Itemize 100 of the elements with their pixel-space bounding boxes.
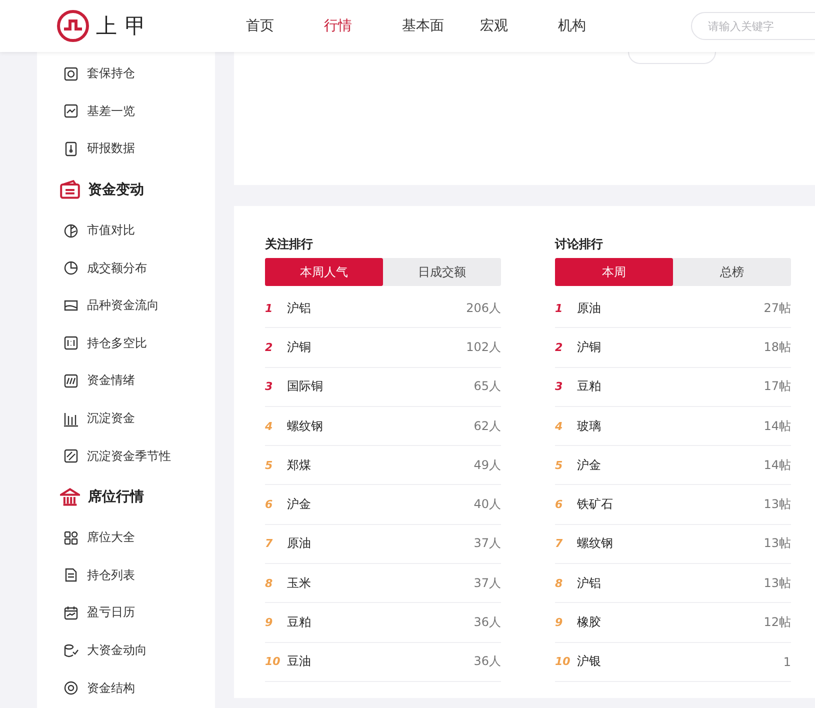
count-text: 12帖	[764, 614, 791, 632]
search-field[interactable]: 请输入关键字	[691, 12, 815, 40]
count-text: 18帖	[764, 338, 791, 356]
menu-item-icon	[63, 335, 79, 352]
item-name[interactable]: 国际铜	[287, 378, 323, 396]
item-name[interactable]: 橡胶	[577, 614, 601, 632]
sidebar-item[interactable]: 席位大全	[87, 529, 135, 546]
count-text: 37人	[474, 535, 501, 552]
rank-number: 6	[265, 498, 274, 512]
sidebar-item[interactable]: 研报数据	[87, 140, 135, 158]
sidebar-item[interactable]: 资金情绪	[87, 372, 135, 390]
tab[interactable]: 日成交额	[383, 258, 501, 286]
item-name[interactable]: 豆粕	[287, 614, 311, 632]
rank-number: 7	[555, 537, 564, 550]
menu-item-icon	[63, 372, 79, 389]
count-text: 37人	[474, 574, 501, 592]
rank-number: 10	[265, 655, 282, 668]
rank-number: 3	[555, 380, 564, 394]
sidebar-item[interactable]: 持仓多空比	[87, 334, 147, 352]
section-heading: 资金变动	[88, 180, 144, 199]
count-text: 62人	[474, 418, 501, 435]
menu-item-icon	[63, 260, 79, 276]
count-text: 13帖	[764, 535, 791, 552]
sidebar-item[interactable]: 套保持仓	[87, 65, 135, 82]
tab[interactable]: 本周人气	[265, 258, 383, 286]
nav-link[interactable]: 行情	[324, 17, 402, 35]
sidebar-item[interactable]: 持仓列表	[87, 566, 135, 584]
menu-item-icon	[63, 530, 79, 546]
sidebar-item[interactable]: 成交额分布	[87, 260, 147, 277]
menu-item-icon	[63, 410, 79, 427]
sidebar-item[interactable]: 盈亏日历	[87, 604, 135, 622]
rank-number: 1	[265, 302, 274, 315]
sidebar-item[interactable]: 基差一览	[87, 102, 135, 120]
rank-number: 9	[555, 616, 564, 630]
count-text: 102人	[466, 338, 501, 356]
section-heading: 席位行情	[88, 488, 144, 506]
bank-icon	[60, 486, 80, 507]
nav-link[interactable]: 基本面	[402, 17, 480, 35]
item-name[interactable]: 豆粕	[577, 378, 601, 396]
nav-link[interactable]: 宏观	[480, 17, 558, 35]
count-text: 13帖	[764, 496, 791, 514]
item-name[interactable]: 沪金	[287, 496, 311, 514]
sidebar-item[interactable]: 大资金动向	[87, 642, 147, 660]
section-title: 讨论排行	[555, 236, 604, 253]
rank-number: 5	[555, 458, 564, 472]
menu-item-icon	[63, 642, 79, 659]
rank-number: 2	[265, 340, 274, 354]
sidebar-item[interactable]: 市值对比	[87, 222, 135, 240]
item-name[interactable]: 沪铜	[577, 338, 601, 356]
rank-number: 4	[265, 420, 274, 433]
rank-number: 6	[555, 498, 564, 512]
wallet-icon	[60, 180, 80, 200]
item-name[interactable]: 郑煤	[287, 456, 311, 474]
item-name[interactable]: 螺纹钢	[287, 418, 323, 435]
count-text: 36人	[474, 614, 501, 632]
item-name[interactable]: 沪金	[577, 456, 601, 474]
logo-text: 上甲	[96, 13, 154, 40]
item-name[interactable]: 玻璃	[577, 418, 601, 435]
item-name[interactable]: 沪铜	[287, 338, 311, 356]
rank-number: 3	[265, 380, 274, 394]
item-name[interactable]: 沪铝	[577, 574, 601, 592]
rank-number: 9	[265, 616, 274, 630]
menu-item-icon	[63, 222, 79, 239]
count-text: 65人	[474, 378, 501, 396]
rank-number: 2	[555, 340, 564, 354]
menu-item-icon	[63, 680, 79, 696]
nav-link[interactable]: 首页	[246, 17, 324, 35]
item-name[interactable]: 原油	[287, 535, 311, 552]
item-name[interactable]: 豆油	[287, 653, 311, 670]
item-name[interactable]: 螺纹钢	[577, 535, 613, 552]
count-text: 36人	[474, 653, 501, 670]
rank-number: 5	[265, 458, 274, 472]
count-text: 27帖	[764, 300, 791, 317]
item-name[interactable]: 原油	[577, 300, 601, 317]
logo-icon	[56, 9, 90, 43]
menu-item-icon	[63, 567, 79, 584]
item-name[interactable]: 铁矿石	[577, 496, 613, 514]
sidebar-item[interactable]: 品种资金流向	[87, 297, 159, 314]
count-text: 206人	[466, 300, 501, 317]
tab[interactable]: 总榜	[673, 258, 791, 286]
menu-item-icon	[63, 604, 79, 621]
count-text: 14帖	[764, 456, 791, 474]
count-text: 13帖	[764, 574, 791, 592]
item-name[interactable]: 沪银	[577, 653, 601, 670]
sidebar-item[interactable]: 资金结构	[87, 680, 135, 697]
tab[interactable]: 本周	[555, 258, 673, 286]
menu-item-icon	[63, 103, 79, 120]
nav-link[interactable]: 机构	[558, 17, 636, 35]
item-name[interactable]: 玉米	[287, 574, 311, 592]
pill-button[interactable]	[628, 52, 716, 64]
count-text: 14帖	[764, 418, 791, 435]
sidebar-item[interactable]: 沉淀资金	[87, 410, 135, 428]
rank-number: 4	[555, 420, 564, 433]
menu-item-icon	[63, 140, 79, 157]
rank-number: 8	[555, 576, 564, 590]
sidebar-item[interactable]: 沉淀资金季节性	[87, 448, 171, 465]
count-text: 17帖	[764, 378, 791, 396]
item-name[interactable]: 沪铝	[287, 300, 311, 317]
section-title: 关注排行	[265, 236, 314, 253]
count-text: 1	[783, 654, 791, 669]
